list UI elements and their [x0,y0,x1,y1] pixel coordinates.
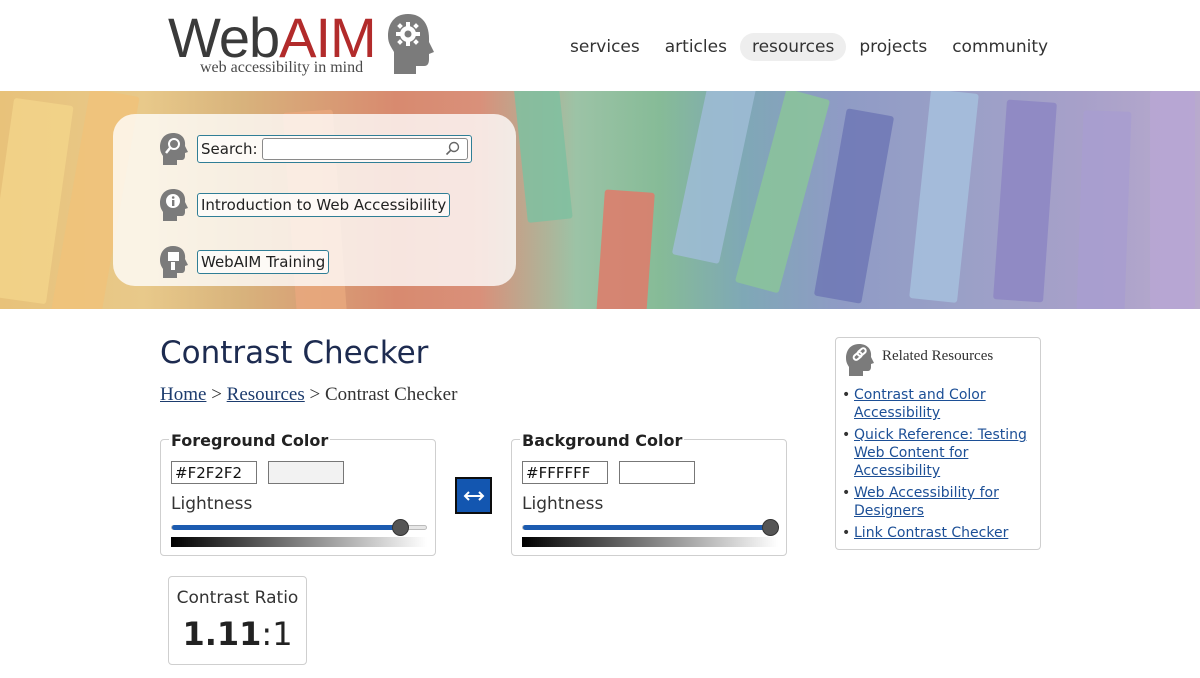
webaim-logo[interactable]: WebAIM web accessibility in mind [168,8,438,80]
related-links-list: Contrast and Color Accessibility Quick R… [842,386,1038,546]
related-resources-title: Related Resources [882,348,994,364]
background-legend: Background Color [520,431,685,450]
nav-articles[interactable]: articles [653,33,739,61]
background-lightness-slider[interactable] [522,519,779,536]
background-color-swatch[interactable] [619,461,695,484]
webaim-training-link[interactable]: WebAIM Training [197,250,330,274]
foreground-hex-input[interactable] [171,461,257,484]
related-link[interactable]: Contrast and Color Accessibility [854,387,986,421]
intro-row: Introduction to Web Accessibility [159,188,451,222]
search-head-icon [160,133,188,165]
training-row: WebAIM Training [159,245,330,279]
magnifier-icon[interactable] [445,141,461,157]
list-item: Contrast and Color Accessibility [842,386,1038,422]
contrast-ratio-number: 1.11 [182,615,262,653]
background-lightness-gradient [522,537,778,547]
info-head-icon [160,189,188,221]
foreground-color-swatch[interactable] [268,461,344,484]
nav-resources[interactable]: resources [739,33,847,61]
foreground-lightness-gradient [171,537,427,547]
background-slider-knob[interactable] [762,519,779,536]
related-resources: Related Resources Contrast and Color Acc… [835,337,1041,550]
breadcrumb-resources-link[interactable]: Resources [227,384,305,405]
contrast-ratio-value: 1.11:1 [169,615,306,653]
related-link[interactable]: Quick Reference: Testing Web Content for… [854,427,1027,479]
foreground-lightness-slider[interactable] [171,519,427,536]
banner-quicklinks: Search: Introduction to Web Accessibilit… [113,114,516,286]
background-slider-fill [523,525,771,530]
foreground-legend: Foreground Color [169,431,331,450]
background-color-panel: Background Color Lightness [511,431,787,556]
breadcrumb-separator: > [206,384,227,405]
nav-community[interactable]: community [940,33,1060,61]
search-row: Search: [159,132,472,166]
breadcrumb-current: Contrast Checker [324,384,458,405]
logo-tagline: web accessibility in mind [200,59,364,76]
head-gear-icon [388,14,434,74]
breadcrumb-home-link[interactable]: Home [160,384,206,405]
link-head-icon [846,344,874,376]
site-header: WebAIM web accessibility in mind service… [0,0,1200,91]
nav-services[interactable]: services [558,33,652,61]
contrast-ratio-suffix: :1 [261,615,293,653]
training-head-icon [160,246,188,278]
foreground-lightness-label: Lightness [171,494,253,514]
intro-accessibility-link[interactable]: Introduction to Web Accessibility [197,193,451,217]
swap-arrows-icon [463,490,484,501]
breadcrumb-separator: > [304,384,325,405]
swap-colors-button[interactable] [455,477,492,514]
hero-banner: Search: Introduction to Web Accessibilit… [0,91,1200,309]
list-item: Web Accessibility for Designers [842,484,1038,520]
related-link[interactable]: Web Accessibility for Designers [854,485,999,519]
foreground-slider-knob[interactable] [392,519,409,536]
nav-projects[interactable]: projects [847,33,939,61]
main-nav: services articles resources projects com… [558,33,1061,61]
list-item: Link Contrast Checker [842,524,1038,542]
logo-wordmark: WebAIM [168,10,377,66]
list-item: Quick Reference: Testing Web Content for… [842,426,1038,480]
search-label: Search: [201,140,258,158]
background-hex-input[interactable] [522,461,608,484]
search-input[interactable] [261,138,468,160]
contrast-ratio-box: Contrast Ratio 1.11:1 [168,576,307,665]
foreground-slider-fill [172,525,401,530]
search-form: Search: [197,135,472,163]
background-lightness-label: Lightness [522,494,604,514]
page-title: Contrast Checker [160,335,429,371]
contrast-ratio-label: Contrast Ratio [176,588,299,608]
foreground-color-panel: Foreground Color Lightness [160,431,436,556]
breadcrumb: Home > Resources > Contrast Checker [160,384,457,406]
related-link[interactable]: Link Contrast Checker [854,525,1008,541]
